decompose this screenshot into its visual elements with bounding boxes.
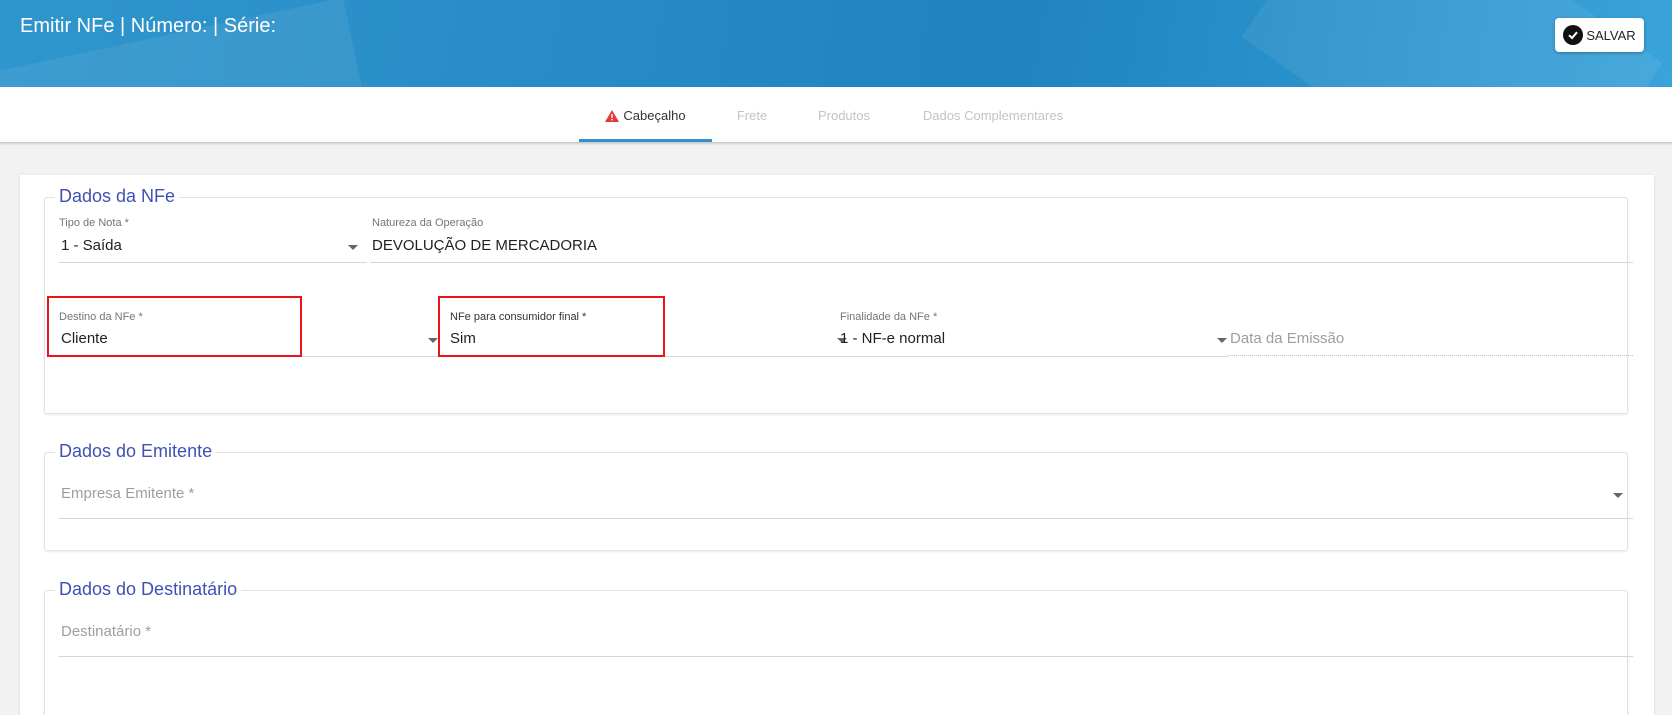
field-underline [59, 656, 1633, 657]
save-button[interactable]: SALVAR [1555, 18, 1644, 52]
chevron-down-icon [1613, 493, 1623, 498]
page-title: Emitir NFe | Número: | Série: [20, 15, 276, 37]
field-placeholder: Data da Emissão [1230, 330, 1345, 347]
warning-icon [605, 110, 620, 122]
tab-cabecalho[interactable]: Cabeçalho [579, 87, 712, 143]
field-placeholder: Destinatário * [61, 623, 152, 640]
form-card: Dados da NFe Tipo de Nota * 1 - Saída Na… [20, 175, 1654, 715]
field-underline [59, 262, 367, 263]
tab-label: Produtos [817, 107, 871, 123]
field-label: Finalidade da NFe * [840, 311, 938, 323]
highlight-box [47, 296, 302, 357]
tab-label: Frete [736, 107, 768, 123]
destinatario-input[interactable]: Destinatário * [59, 621, 1633, 657]
app-header: Emitir NFe | Número: | Série: SALVAR [0, 0, 1672, 87]
section-title: Dados da NFe [55, 186, 180, 207]
tab-label: Dados Complementares [922, 107, 1064, 123]
active-tab-indicator [579, 139, 712, 142]
data-emissao-input[interactable]: Data da Emissão [1228, 311, 1633, 357]
field-underline [59, 518, 1633, 519]
section-title: Dados do Destinatário [55, 579, 242, 600]
highlight-box [438, 296, 665, 357]
chevron-down-icon [1217, 338, 1227, 343]
tipo-nota-select[interactable]: Tipo de Nota * 1 - Saída [59, 217, 367, 263]
check-circle-icon [1563, 25, 1584, 45]
tab-frete[interactable]: Frete [720, 87, 784, 143]
tab-dados-complementares[interactable]: Dados Complementares [908, 87, 1078, 143]
section-title: Dados do Emitente [55, 441, 217, 462]
field-label: Tipo de Nota * [59, 217, 129, 229]
finalidade-nfe-select[interactable]: Finalidade da NFe * 1 - NF-e normal [838, 311, 1236, 357]
chevron-down-icon [428, 338, 438, 343]
tab-bar: Cabeçalho Frete Produtos Dados Complemen… [0, 87, 1672, 143]
chevron-down-icon [348, 245, 358, 250]
field-underline [838, 356, 1228, 357]
field-underline [370, 262, 1633, 263]
tab-label: Cabeçalho [623, 107, 686, 123]
natureza-operacao-input[interactable]: Natureza da Operação DEVOLUÇÃO DE MERCAD… [370, 217, 1633, 263]
field-value: 1 - Saída [61, 237, 122, 254]
field-underline [1228, 355, 1633, 356]
field-value: DEVOLUÇÃO DE MERCADORIA [372, 237, 598, 254]
header-decoration [0, 0, 368, 87]
field-label: Natureza da Operação [372, 217, 484, 229]
tab-produtos[interactable]: Produtos [800, 87, 888, 143]
field-value: 1 - NF-e normal [840, 330, 946, 347]
field-placeholder: Empresa Emitente * [61, 485, 195, 502]
empresa-emitente-select[interactable]: Empresa Emitente * [59, 483, 1633, 519]
save-button-label: SALVAR [1586, 27, 1636, 43]
